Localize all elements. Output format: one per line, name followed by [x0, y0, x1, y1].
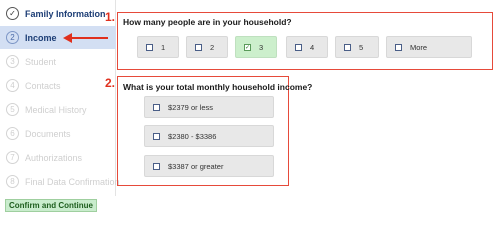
step-label: Medical History — [25, 104, 87, 115]
step-label: Final Data Confirmation — [25, 176, 120, 187]
annotation-number-2: 2. — [105, 76, 116, 90]
step-authorizations[interactable]: 7 Authorizations — [0, 146, 116, 169]
checkbox-icon — [195, 43, 202, 51]
annotation-number-1: 1. — [105, 10, 116, 24]
question-household-size-title: How many people are in your household? — [123, 17, 292, 27]
income-option-low[interactable]: $2379 or less — [144, 96, 274, 118]
question-monthly-income-title: What is your total monthly household inc… — [123, 82, 313, 92]
step-final-data-confirmation[interactable]: 8 Final Data Confirmation — [0, 170, 120, 193]
step-number: 5 — [6, 103, 19, 116]
step-student[interactable]: 3 Student — [0, 50, 116, 73]
checkbox-icon — [153, 132, 160, 140]
step-label: Documents — [25, 128, 71, 139]
household-option-more[interactable]: More — [386, 36, 472, 58]
step-medical-history[interactable]: 5 Medical History — [0, 98, 116, 121]
household-option-4[interactable]: 4 — [286, 36, 328, 58]
option-label: 3 — [259, 42, 264, 52]
household-option-1[interactable]: 1 — [137, 36, 179, 58]
step-label: Family Information — [25, 8, 106, 19]
annotation-arrow-icon — [63, 33, 108, 43]
option-label: More — [410, 42, 428, 52]
step-label: Contacts — [25, 80, 61, 91]
step-number: 7 — [6, 151, 19, 164]
option-label: $2380 - $3386 — [168, 131, 217, 141]
option-label: $3387 or greater — [168, 161, 224, 171]
income-option-high[interactable]: $3387 or greater — [144, 155, 274, 177]
step-family-information[interactable]: ✓ Family Information — [0, 2, 116, 25]
option-label: $2379 or less — [168, 102, 214, 112]
option-label: 4 — [310, 42, 315, 52]
check-icon: ✓ — [6, 7, 19, 20]
step-contacts[interactable]: 4 Contacts — [0, 74, 116, 97]
checkbox-icon — [153, 162, 160, 170]
household-option-5[interactable]: 5 — [335, 36, 379, 58]
confirm-and-continue-button[interactable]: Confirm and Continue — [5, 199, 97, 212]
step-number: 2 — [6, 31, 19, 44]
checkbox-icon — [295, 43, 302, 51]
option-label: 2 — [210, 42, 215, 52]
household-option-2[interactable]: 2 — [186, 36, 228, 58]
step-number: 6 — [6, 127, 19, 140]
income-option-mid[interactable]: $2380 - $3386 — [144, 125, 274, 147]
step-label: Income — [25, 32, 57, 43]
checkbox-icon — [146, 43, 153, 51]
step-label: Authorizations — [25, 152, 83, 163]
step-number: 3 — [6, 55, 19, 68]
checkbox-icon — [153, 103, 160, 111]
step-number: 4 — [6, 79, 19, 92]
step-documents[interactable]: 6 Documents — [0, 122, 116, 145]
option-label: 5 — [359, 42, 364, 52]
step-label: Student — [25, 56, 57, 67]
household-option-3[interactable]: ✓ 3 — [235, 36, 277, 58]
step-sidebar: ✓ Family Information 2 Income 3 Student … — [0, 0, 120, 196]
checkbox-icon — [344, 43, 351, 51]
step-number: 8 — [6, 175, 19, 188]
checkbox-icon — [395, 43, 402, 51]
checkbox-checked-icon: ✓ — [244, 43, 251, 51]
option-label: 1 — [161, 42, 166, 52]
